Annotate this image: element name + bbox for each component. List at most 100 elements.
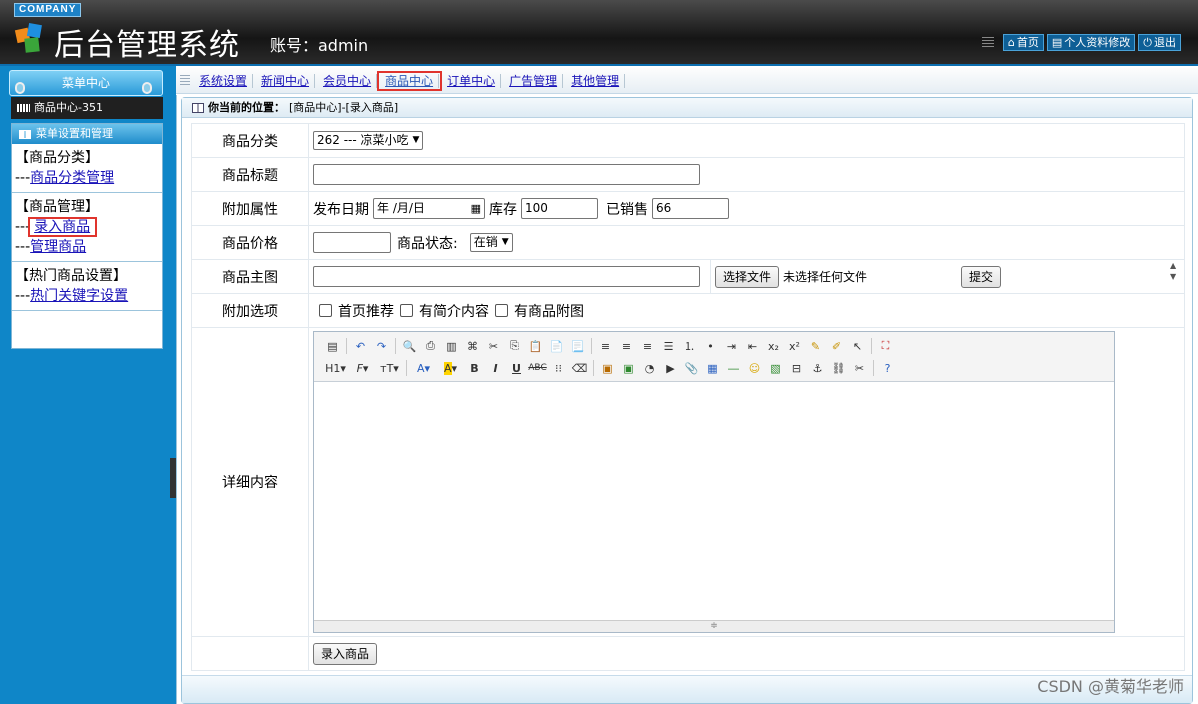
status-select[interactable]: 在销 ▼ [469, 233, 513, 252]
nav-ad-manage[interactable]: 广告管理 [504, 73, 564, 88]
media-icon[interactable]: ▶ [660, 358, 681, 378]
home-link[interactable]: ⌂ 首页 [1002, 34, 1044, 51]
eraser-icon[interactable]: ⌫ [569, 358, 590, 378]
side-link-row: --- 录入商品 [15, 217, 162, 237]
code-icon[interactable]: ⌘ [462, 336, 483, 356]
image-icon[interactable]: ▣ [597, 358, 618, 378]
main-panel: 你当前的位置： [商品中心]-[录入商品] 商品分类 262 --- 凉菜小吃 … [181, 97, 1193, 704]
anchor-icon[interactable]: ⚓ [807, 358, 828, 378]
bold-icon[interactable]: B [464, 358, 485, 378]
paste-icon[interactable]: 📋 [525, 336, 546, 356]
choose-file-button[interactable]: 选择文件 [715, 265, 780, 288]
main-content: 你当前的位置： [商品中心]-[录入商品] 商品分类 262 --- 凉菜小吃 … [176, 95, 1198, 704]
line-height-icon[interactable]: ⁝⁝ [548, 358, 569, 378]
home-icon: ⌂ [1007, 35, 1015, 49]
clear-format-icon[interactable]: ✎ [805, 336, 826, 356]
italic-icon[interactable]: I [485, 358, 506, 378]
align-justify-icon[interactable]: ☰ [658, 336, 679, 356]
print-icon[interactable]: ⎙ [420, 336, 441, 356]
stock-input[interactable]: 100 [521, 198, 598, 219]
system-title: 后台管理系统 [54, 28, 240, 63]
help-icon[interactable]: ? [877, 358, 898, 378]
hot-keyword-link[interactable]: 热门关键字设置 [30, 288, 128, 304]
has-images-checkbox[interactable] [495, 304, 508, 317]
indent-icon[interactable]: ⇥ [721, 336, 742, 356]
outdent-icon[interactable]: ⇤ [742, 336, 763, 356]
cubes-logo-icon [14, 23, 42, 53]
submit-cell: 录入商品 [308, 636, 1185, 671]
table-icon[interactable]: ▦ [702, 358, 723, 378]
nav-order-center[interactable]: 订单中心 [442, 73, 502, 88]
stock-label: 库存 [489, 201, 517, 218]
map-icon[interactable]: ▧ [765, 358, 786, 378]
unordered-list-icon[interactable]: • [700, 336, 721, 356]
editor-resize-handle[interactable]: ≑ [314, 620, 1114, 632]
redo-icon[interactable]: ↷ [371, 336, 392, 356]
price-input[interactable] [313, 232, 391, 253]
multi-image-icon[interactable]: ▣ [618, 358, 639, 378]
title-input[interactable] [313, 164, 700, 185]
format-painter-icon[interactable]: ✐ [826, 336, 847, 356]
editor-content-area[interactable] [314, 382, 1114, 620]
heading-icon[interactable]: H1▾ [322, 358, 349, 378]
date-label: 发布日期 [313, 201, 369, 218]
category-manage-link[interactable]: 商品分类管理 [30, 170, 114, 186]
sold-input[interactable]: 66 [652, 198, 729, 219]
grip-icon [180, 74, 190, 87]
image-path-input[interactable] [313, 266, 700, 287]
breadcrumb-path: [商品中心]-[录入商品] [289, 100, 399, 114]
align-center-icon[interactable]: ≡ [616, 336, 637, 356]
underline-icon[interactable]: U [506, 358, 527, 378]
attachment-icon[interactable]: 📎 [681, 358, 702, 378]
has-intro-checkbox[interactable] [400, 304, 413, 317]
has-intro-label: 有简介内容 [419, 303, 489, 320]
preview-icon[interactable]: 🔍 [399, 336, 420, 356]
strikethrough-icon[interactable]: ABC [527, 358, 548, 378]
superscript-icon[interactable]: x² [784, 336, 805, 356]
logout-link[interactable]: ⏻ 退出 [1138, 34, 1181, 51]
account-label: 账号：admin [270, 36, 369, 55]
options-cell: 首页推荐 有简介内容 有商品附图 [308, 293, 1185, 328]
link-prefix: --- [15, 239, 31, 255]
add-goods-submit-button[interactable]: 录入商品 [313, 642, 378, 665]
add-goods-link[interactable]: 录入商品 [28, 217, 98, 237]
align-right-icon[interactable]: ≡ [637, 336, 658, 356]
nav-news-center[interactable]: 新闻中心 [256, 73, 316, 88]
copy-icon[interactable]: ⎘ [504, 336, 525, 356]
scroll-spinner[interactable]: ▲ ▼ [1170, 260, 1184, 282]
cut-icon[interactable]: ✂ [483, 336, 504, 356]
homepage-recommend-checkbox[interactable] [319, 304, 332, 317]
date-input[interactable]: 年 /月/日 ▦ [373, 198, 485, 219]
profile-edit-link[interactable]: ▤ 个人资料修改 [1046, 34, 1136, 51]
page-break-icon[interactable]: ⊟ [786, 358, 807, 378]
homepage-recommend-label: 首页推荐 [338, 303, 394, 320]
horizontal-rule-icon[interactable]: ― [723, 358, 744, 378]
paste-word-icon[interactable]: 📃 [567, 336, 588, 356]
align-left-icon[interactable]: ≡ [595, 336, 616, 356]
toolbar-separator [593, 360, 594, 376]
font-color-icon[interactable]: A▾ [410, 358, 437, 378]
flash-icon[interactable]: ◔ [639, 358, 660, 378]
highlight-color-icon[interactable]: A ▾ [437, 358, 464, 378]
paste-text-icon[interactable]: 📄 [546, 336, 567, 356]
nav-other-manage[interactable]: 其他管理 [566, 73, 626, 88]
template-icon[interactable]: ▥ [441, 336, 462, 356]
font-size-icon[interactable]: тT▾ [376, 358, 403, 378]
upload-submit-button[interactable]: 提交 [961, 265, 1002, 288]
select-all-icon[interactable]: ↖ [847, 336, 868, 356]
manage-goods-link[interactable]: 管理商品 [30, 239, 86, 255]
subscript-icon[interactable]: x₂ [763, 336, 784, 356]
nav-member-center[interactable]: 会员中心 [318, 73, 378, 88]
ordered-list-icon[interactable]: ⒈ [679, 336, 700, 356]
font-family-icon[interactable]: F▾ [349, 358, 376, 378]
undo-icon[interactable]: ↶ [350, 336, 371, 356]
source-icon[interactable]: ▤ [322, 336, 343, 356]
nav-system-settings[interactable]: 系统设置 [194, 73, 254, 88]
fullscreen-icon[interactable]: ⛶ [875, 336, 896, 356]
unlink-icon[interactable]: ✂ [849, 358, 870, 378]
link-icon[interactable]: ⛓ [828, 358, 849, 378]
emoticon-icon[interactable]: ☺ [744, 358, 765, 378]
category-select[interactable]: 262 --- 凉菜小吃 ▼ [313, 131, 424, 150]
group-title: 【热门商品设置】 [15, 268, 127, 284]
nav-goods-center[interactable]: 商品中心 [377, 70, 443, 91]
